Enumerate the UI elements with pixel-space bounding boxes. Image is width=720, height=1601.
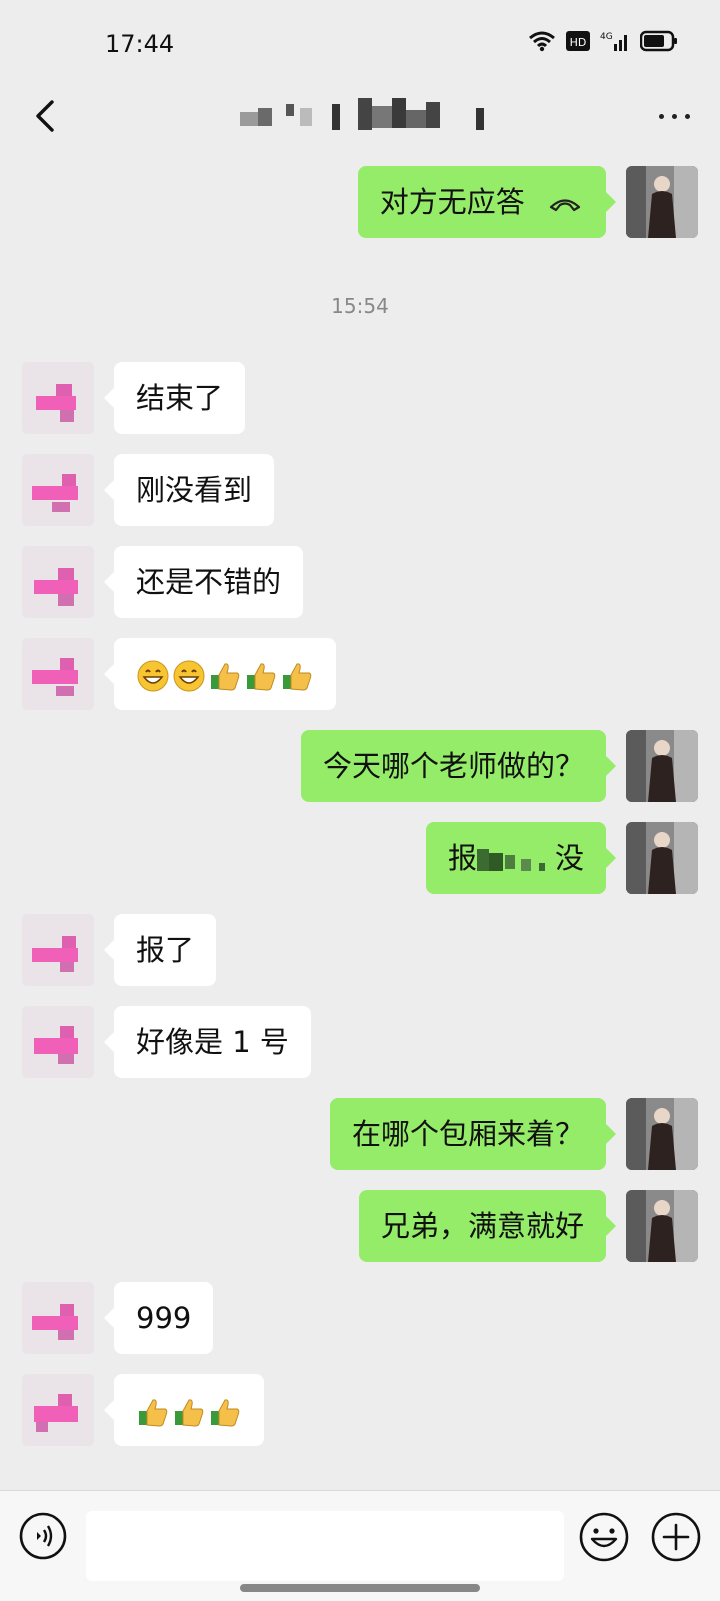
nav-bar <box>0 80 720 158</box>
chevron-left-icon <box>36 100 54 132</box>
message-text-end: 没 <box>554 841 584 875</box>
grin-emoji <box>137 660 169 692</box>
message-bubble-other[interactable]: 999 <box>103 1282 214 1354</box>
avatar-self[interactable] <box>626 730 698 802</box>
thumbs-up-emoji <box>211 663 240 691</box>
thumbs-up-emoji <box>175 1399 204 1427</box>
status-time: 17:44 <box>105 30 175 58</box>
avatar-contact[interactable] <box>22 454 94 526</box>
avatar-contact[interactable] <box>22 638 94 710</box>
message-text: 对方无应答 <box>379 185 525 219</box>
message-bubble-self[interactable]: 今天哪个老师做的？ <box>300 730 617 802</box>
message-input[interactable] <box>86 1511 564 1581</box>
message-bubble-other[interactable] <box>104 1374 264 1446</box>
message-bubble-other[interactable]: 报了 <box>103 914 217 986</box>
redacted-title-mosaic <box>240 98 484 130</box>
thumbs-up-emoji <box>139 1399 168 1427</box>
phone-hangup-icon <box>549 199 581 212</box>
message-bubble-other[interactable]: 还是不错的 <box>103 546 304 618</box>
avatar-contact[interactable] <box>22 546 94 618</box>
plus-button[interactable] <box>650 1511 702 1563</box>
message-bubble-self[interactable]: 在哪个包厢来着？ <box>329 1098 617 1170</box>
avatar-self[interactable] <box>626 822 698 894</box>
status-icons: HD 4G <box>528 30 680 52</box>
chat-title <box>240 98 500 132</box>
voice-icon <box>19 1512 67 1560</box>
plus-circle-icon <box>651 1512 701 1562</box>
redacted-mosaic <box>476 849 545 871</box>
chat-area[interactable]: 对方无应答 15:54 结束了 刚没看到 还是不错的 今天哪个老师做的？ 报 没… <box>0 158 720 1490</box>
thumbs-up-emoji <box>211 1399 240 1427</box>
grin-emoji <box>173 660 205 692</box>
message-bubble-other[interactable]: 好像是 1 号 <box>104 1006 311 1078</box>
more-button[interactable] <box>654 96 694 136</box>
message-timestamp: 15:54 <box>331 294 389 318</box>
message-bubble-other[interactable]: 结束了 <box>103 362 246 434</box>
avatar-self[interactable] <box>626 166 698 238</box>
back-button[interactable] <box>26 96 66 136</box>
message-bubble-self[interactable]: 兄弟，满意就好 <box>358 1190 617 1262</box>
avatar-contact[interactable] <box>22 914 94 986</box>
emoji-row <box>136 659 314 693</box>
message-bubble-other[interactable] <box>104 638 336 710</box>
emoji-button[interactable] <box>578 1511 630 1563</box>
avatar-contact[interactable] <box>22 362 94 434</box>
home-indicator[interactable] <box>240 1584 480 1592</box>
emoji-row <box>136 1395 242 1429</box>
thumbs-up-emoji <box>247 663 276 691</box>
more-dots-icon <box>655 113 694 119</box>
message-bubble-self[interactable]: 对方无应答 <box>357 166 617 238</box>
avatar-contact[interactable] <box>22 1006 94 1078</box>
message-bubble-self[interactable]: 报没 <box>425 822 617 894</box>
battery-icon <box>640 30 677 52</box>
message-text-start: 报 <box>447 841 477 875</box>
hd-icon: HD <box>566 31 590 51</box>
emoji-face-icon <box>579 1512 629 1562</box>
avatar-contact[interactable] <box>22 1374 94 1446</box>
signal-4g-icon: 4G <box>600 32 627 51</box>
network-label: 4G <box>600 32 613 42</box>
avatar-self[interactable] <box>626 1098 698 1170</box>
message-bubble-other[interactable]: 刚没看到 <box>103 454 275 526</box>
thumbs-up-emoji <box>283 663 312 691</box>
hd-label: HD <box>570 36 587 49</box>
avatar-contact[interactable] <box>22 1282 94 1354</box>
status-bar: 17:44 HD 4G <box>0 0 720 90</box>
avatar-self[interactable] <box>626 1190 698 1262</box>
voice-button[interactable] <box>18 1511 68 1561</box>
wifi-icon <box>529 31 555 52</box>
